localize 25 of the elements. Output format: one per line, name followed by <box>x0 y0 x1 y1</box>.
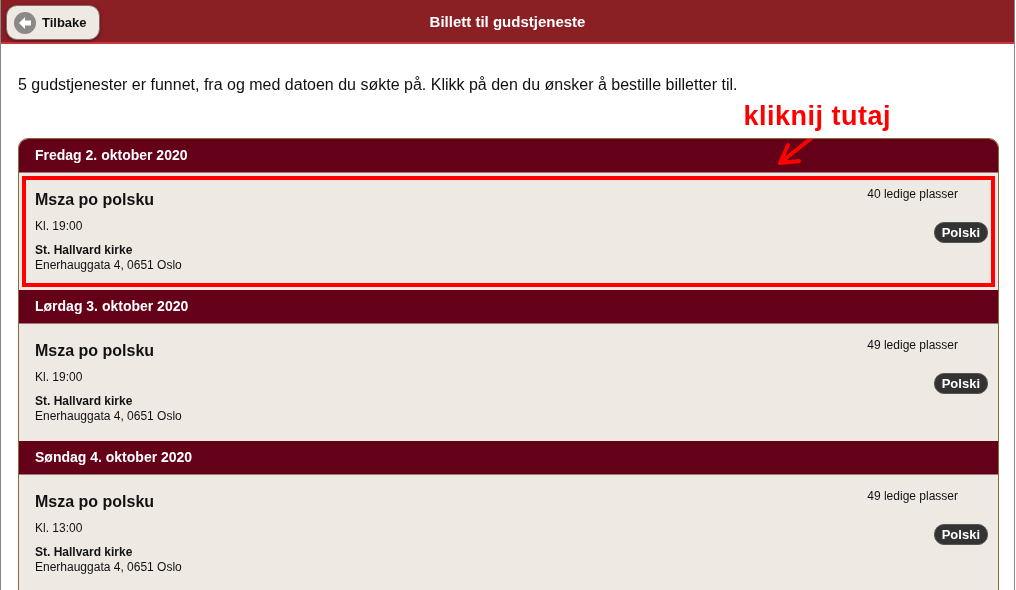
back-button[interactable]: Tilbake <box>6 5 100 40</box>
language-tag: Polski <box>933 222 988 243</box>
church-name: St. Hallvard kirke <box>35 243 134 257</box>
page-title: Billett til gudstjeneste <box>429 12 586 30</box>
language-tag: Polski <box>933 373 988 394</box>
day-header: Lørdag 3. oktober 2020 <box>19 290 998 324</box>
day-header: Søndag 4. oktober 2020 <box>19 441 998 475</box>
service-name: Msza po polsku <box>35 493 156 511</box>
language-tag: Polski <box>933 524 988 545</box>
church-address: Enerhauggata 4, 0651 Oslo <box>35 258 182 272</box>
annotation-text: kliknij tutaj <box>743 100 891 132</box>
church-name: St. Hallvard kirke <box>35 545 134 559</box>
service-time: Kl. 19:00 <box>35 370 84 384</box>
seats-available: 40 ledige plasser <box>867 187 958 201</box>
seats-available: 49 ledige plasser <box>867 489 958 503</box>
day-header: Fredag 2. oktober 2020 <box>19 139 998 173</box>
church-address: Enerhauggata 4, 0651 Oslo <box>35 560 182 574</box>
intro-text: 5 gudstjenester er funnet, fra og med datoen du søkte på. Klikk på den du ønsker å bestille billetter til. <box>18 76 739 94</box>
service-time: Kl. 19:00 <box>35 219 84 233</box>
service-time: Kl. 13:00 <box>35 521 84 535</box>
church-address: Enerhauggata 4, 0651 Oslo <box>35 409 182 423</box>
church-name: St. Hallvard kirke <box>35 394 134 408</box>
service-name: Msza po polsku <box>35 342 156 360</box>
seats-available: 49 ledige plasser <box>867 338 958 352</box>
service-name: Msza po polsku <box>35 191 156 209</box>
